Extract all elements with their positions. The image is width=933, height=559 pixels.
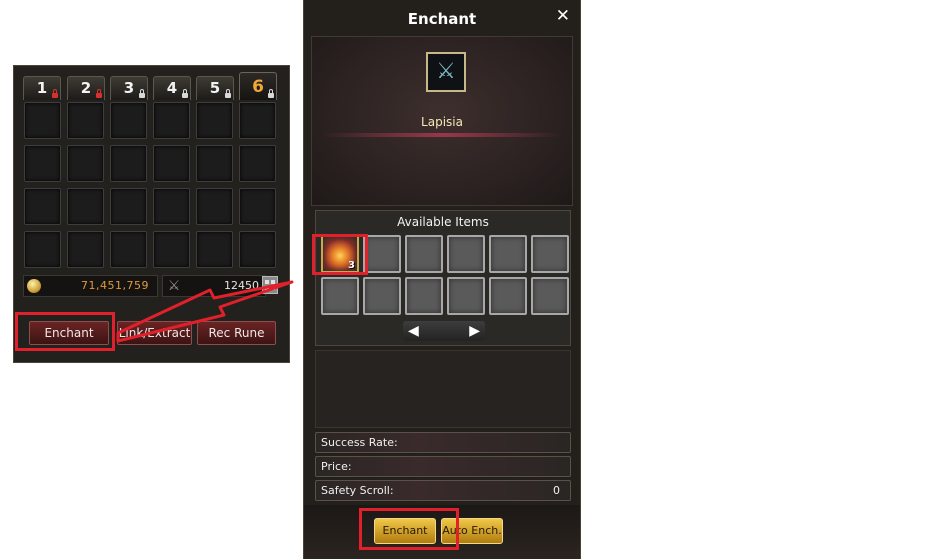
item-count: 3 (348, 260, 355, 271)
enchant-info-area (315, 350, 571, 428)
rec-rune-button[interactable]: Rec Rune (197, 321, 276, 345)
tab-5[interactable]: 5 (196, 76, 234, 100)
tab-6[interactable]: 6 (239, 72, 277, 100)
available-items-grid: 3 (321, 235, 569, 315)
window-title: Enchant (407, 10, 477, 28)
lock-icon (52, 89, 58, 98)
tab-1[interactable]: 1 (23, 76, 61, 100)
inventory-slot[interactable] (110, 231, 147, 268)
item-slot[interactable] (447, 235, 485, 273)
item-slot[interactable] (531, 235, 569, 273)
inventory-slot[interactable] (196, 231, 233, 268)
inventory-slot[interactable] (67, 145, 104, 182)
tab-label: 2 (80, 79, 92, 97)
enchant-window: Enchant ✕ ⚔ Lapisia Available Items 3 ◀ … (303, 0, 581, 559)
item-slot[interactable] (321, 277, 359, 315)
inventory-slot[interactable] (239, 102, 276, 139)
cross-currency-amount: 12450 (224, 279, 259, 292)
tab-label: 4 (166, 79, 178, 97)
sword-icon: ⚔ (436, 59, 456, 84)
inventory-slot[interactable] (24, 188, 61, 225)
price-row: Price: (315, 456, 571, 477)
inventory-panel: 1 2 3 4 5 6 71,451,759 ⚔ 12450 Enchant L… (13, 65, 290, 363)
safety-scroll-row: Safety Scroll: 0 (315, 480, 571, 501)
crossed-swords-icon: ⚔ (167, 278, 181, 294)
tab-label: 5 (209, 79, 221, 97)
gold-coin-icon (27, 279, 41, 293)
item-slot[interactable] (489, 235, 527, 273)
close-icon[interactable]: ✕ (556, 6, 570, 26)
lock-icon (96, 89, 102, 98)
next-page-icon[interactable]: ▶ (469, 321, 480, 341)
inventory-slot[interactable] (239, 145, 276, 182)
item-slot[interactable] (405, 235, 443, 273)
tab-label: 1 (36, 79, 48, 97)
inventory-slot[interactable] (24, 102, 61, 139)
inventory-slot[interactable] (196, 188, 233, 225)
inventory-grid (24, 102, 276, 268)
tab-2[interactable]: 2 (67, 76, 105, 100)
inventory-slot[interactable] (110, 102, 147, 139)
inventory-slot[interactable] (67, 231, 104, 268)
safety-scroll-value: 0 (553, 484, 560, 497)
decorative-glow (322, 133, 562, 137)
inventory-slot[interactable] (239, 188, 276, 225)
tab-label: 6 (252, 77, 264, 97)
page-navigator: ◀ ▶ (403, 321, 485, 341)
inventory-slot[interactable] (153, 231, 190, 268)
enchant-button[interactable]: Enchant (29, 321, 109, 345)
price-label: Price: (321, 460, 352, 473)
inventory-slot[interactable] (24, 145, 61, 182)
inventory-slot[interactable] (196, 102, 233, 139)
safety-scroll-label: Safety Scroll: (321, 484, 394, 497)
weapon-name: Lapisia (421, 115, 463, 129)
success-rate-label: Success Rate: (321, 436, 398, 449)
item-slot[interactable] (447, 277, 485, 315)
enchant-confirm-button[interactable]: Enchant (374, 518, 436, 544)
gold-display: 71,451,759 (23, 275, 158, 297)
inventory-slot[interactable] (153, 102, 190, 139)
lock-icon (225, 89, 231, 98)
link-extract-button[interactable]: Link/Extract (117, 321, 192, 345)
gold-amount: 71,451,759 (81, 279, 149, 292)
tab-3[interactable]: 3 (110, 76, 148, 100)
item-slot[interactable] (531, 277, 569, 315)
inventory-tabs: 1 2 3 4 5 6 (23, 72, 285, 100)
item-slot[interactable] (363, 277, 401, 315)
inventory-slot[interactable] (24, 231, 61, 268)
inventory-slot[interactable] (153, 145, 190, 182)
cross-currency-display: ⚔ 12450 (162, 275, 266, 297)
success-rate-row: Success Rate: (315, 432, 571, 453)
inventory-slot[interactable] (239, 231, 276, 268)
calculator-icon[interactable] (262, 276, 278, 294)
item-slot[interactable] (489, 277, 527, 315)
lock-icon (182, 89, 188, 98)
item-slot[interactable] (363, 235, 401, 273)
enchant-stone-slot[interactable]: 3 (321, 235, 359, 273)
tab-4[interactable]: 4 (153, 76, 191, 100)
enchant-target-area: ⚔ Lapisia (311, 36, 573, 206)
item-slot[interactable] (405, 277, 443, 315)
available-items-panel: Available Items 3 ◀ ▶ (315, 210, 571, 346)
tab-label: 3 (123, 79, 135, 97)
inventory-slot[interactable] (67, 102, 104, 139)
inventory-slot[interactable] (196, 145, 233, 182)
inventory-slot[interactable] (153, 188, 190, 225)
prev-page-icon[interactable]: ◀ (408, 321, 419, 341)
inventory-slot[interactable] (110, 145, 147, 182)
available-items-title: Available Items (397, 215, 489, 229)
weapon-slot[interactable]: ⚔ (426, 52, 466, 92)
inventory-slot[interactable] (67, 188, 104, 225)
lock-icon (268, 89, 274, 98)
inventory-slot[interactable] (110, 188, 147, 225)
lock-icon (139, 89, 145, 98)
auto-enchant-button[interactable]: Auto Ench. (441, 518, 503, 544)
